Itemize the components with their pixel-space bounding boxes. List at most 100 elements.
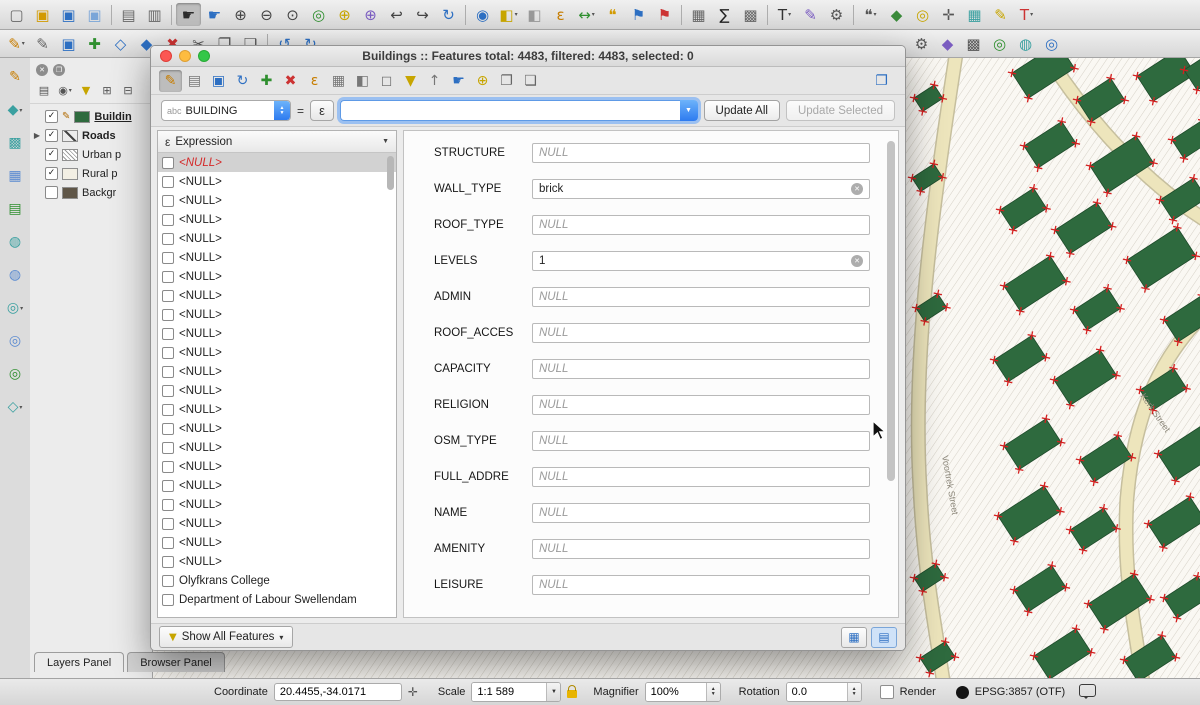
- osm-search-icon[interactable]: ◎: [910, 3, 935, 26]
- georeferencer-icon[interactable]: ◎: [987, 32, 1012, 55]
- add-wms-layer-icon[interactable]: ◎▾: [3, 297, 27, 319]
- combo-stepper-icon[interactable]: ▲▼: [274, 101, 290, 120]
- layer-visibility-checkbox[interactable]: ✓: [45, 129, 58, 142]
- clear-value-icon[interactable]: ✕: [851, 255, 863, 267]
- feature-list-item[interactable]: <NULL>: [158, 305, 396, 324]
- select-by-expression-icon[interactable]: ε: [303, 70, 326, 92]
- zoom-out-icon[interactable]: ⊖: [254, 3, 279, 26]
- feature-list-header-combo[interactable]: ε Expression ▼: [158, 131, 396, 153]
- scale-input[interactable]: [472, 683, 546, 701]
- coordinate-capture-icon[interactable]: ✛: [936, 3, 961, 26]
- graphical-modeler-icon[interactable]: ◆: [935, 32, 960, 55]
- feature-list-item[interactable]: <NULL>: [158, 267, 396, 286]
- close-button[interactable]: [160, 50, 172, 62]
- feature-list-item[interactable]: Olyfkrans College: [158, 571, 396, 590]
- zoom-native-icon[interactable]: ⊙: [280, 3, 305, 26]
- field-input-roof_acces[interactable]: NULL: [532, 323, 870, 343]
- processing-toolbox-icon[interactable]: ⚙: [824, 3, 849, 26]
- manage-map-themes-icon[interactable]: ◉▾: [57, 82, 73, 98]
- select-by-expression-icon[interactable]: ε: [548, 3, 573, 26]
- select-features-icon[interactable]: ◧▾: [496, 3, 521, 26]
- feature-list-item[interactable]: <NULL>: [158, 514, 396, 533]
- layer-row-roads[interactable]: ▶✓Roads: [30, 126, 152, 145]
- layer-row-buildin[interactable]: ✓✎Buildin: [30, 107, 152, 126]
- feature-checkbox[interactable]: [162, 366, 174, 378]
- delete-selected-features-icon[interactable]: ✖: [279, 70, 302, 92]
- new-project-icon[interactable]: ▢: [4, 3, 29, 26]
- messages-icon[interactable]: [1079, 684, 1096, 697]
- clear-value-icon[interactable]: ✕: [851, 183, 863, 195]
- field-input-full_addre[interactable]: NULL: [532, 467, 870, 487]
- add-spatialite-layer-icon[interactable]: ◍: [3, 264, 27, 286]
- form-view-button[interactable]: ▤: [871, 627, 897, 648]
- rotation-stepper-icon[interactable]: ▲▼: [847, 683, 861, 701]
- feature-checkbox[interactable]: [162, 480, 174, 492]
- update-selected-button[interactable]: Update Selected: [786, 100, 895, 121]
- paste-features-icon[interactable]: ❏: [519, 70, 542, 92]
- move-selection-to-top-icon[interactable]: ↑: [423, 70, 446, 92]
- multiedit-icon[interactable]: ▤: [183, 70, 206, 92]
- current-edits-icon[interactable]: ✎▾: [4, 32, 29, 55]
- add-group-icon[interactable]: ▤: [36, 82, 52, 98]
- feature-filter-button[interactable]: ▼ Show All Features ▾: [159, 626, 293, 648]
- copy-selected-rows-icon[interactable]: ❐: [495, 70, 518, 92]
- extents-toggle-icon[interactable]: ✛: [408, 685, 418, 699]
- open-attribute-table-icon[interactable]: ▦: [686, 3, 711, 26]
- field-input-roof_type[interactable]: NULL: [532, 215, 870, 235]
- raster-calculator-icon[interactable]: ▩: [961, 32, 986, 55]
- new-virtual-layer-icon[interactable]: ◇▾: [3, 396, 27, 418]
- layer-visibility-checkbox[interactable]: [45, 186, 58, 199]
- feature-list-item[interactable]: <NULL>: [158, 210, 396, 229]
- feature-list-item[interactable]: <NULL>: [158, 552, 396, 571]
- feature-checkbox[interactable]: [162, 157, 174, 169]
- feature-list-item[interactable]: <NULL>: [158, 191, 396, 210]
- feature-checkbox[interactable]: [162, 575, 174, 587]
- layer-row-rural-p[interactable]: ✓Rural p: [30, 164, 152, 183]
- field-selector-combo[interactable]: abc BUILDING ▲▼: [161, 100, 291, 121]
- add-delimited-text-icon[interactable]: ▤: [3, 198, 27, 220]
- coordinate-input[interactable]: [274, 683, 402, 701]
- feature-checkbox[interactable]: [162, 271, 174, 283]
- feature-checkbox[interactable]: [162, 537, 174, 549]
- layer-visibility-checkbox[interactable]: ✓: [45, 110, 58, 123]
- save-edits-icon[interactable]: ▣: [207, 70, 230, 92]
- feature-checkbox[interactable]: [162, 290, 174, 302]
- text-label-icon[interactable]: T▾: [1014, 3, 1039, 26]
- add-wcs-layer-icon[interactable]: ◎: [3, 330, 27, 352]
- feature-checkbox[interactable]: [162, 252, 174, 264]
- maximize-button[interactable]: [198, 50, 210, 62]
- field-input-leisure[interactable]: NULL: [532, 575, 870, 595]
- feature-checkbox[interactable]: [162, 176, 174, 188]
- crs-label[interactable]: EPSG:3857 (OTF): [975, 686, 1065, 698]
- select-all-icon[interactable]: ▦: [327, 70, 350, 92]
- feature-checkbox[interactable]: [162, 404, 174, 416]
- invert-selection-icon[interactable]: ◧: [351, 70, 374, 92]
- save-project-as-icon[interactable]: ▣: [82, 3, 107, 26]
- layout-manager-icon[interactable]: ▥: [142, 3, 167, 26]
- feature-list-item[interactable]: <NULL>: [158, 172, 396, 191]
- expression-dropdown-icon[interactable]: ▼: [680, 100, 698, 121]
- feature-checkbox[interactable]: [162, 328, 174, 340]
- annotation-icon[interactable]: ❝▾: [858, 3, 883, 26]
- dialog-title-bar[interactable]: Buildings :: Features total: 4483, filte…: [151, 46, 905, 67]
- feature-list-item[interactable]: <NULL>: [158, 286, 396, 305]
- feature-checkbox[interactable]: [162, 195, 174, 207]
- add-wfs-layer-icon[interactable]: ◎: [3, 363, 27, 385]
- zoom-to-selection-icon[interactable]: ⊕: [471, 70, 494, 92]
- field-calculator-icon[interactable]: ∑: [712, 3, 737, 26]
- expand-arrow-icon[interactable]: ▶: [33, 131, 41, 140]
- deselect-all-icon[interactable]: ◻: [375, 70, 398, 92]
- field-input-capacity[interactable]: NULL: [532, 359, 870, 379]
- layer-row-urban-p[interactable]: ✓Urban p: [30, 145, 152, 164]
- layer-styling-icon[interactable]: ✎: [798, 3, 823, 26]
- feature-checkbox[interactable]: [162, 499, 174, 511]
- refresh-map-icon[interactable]: ↻: [436, 3, 461, 26]
- collapse-all-icon[interactable]: ⊟: [120, 82, 136, 98]
- feature-list-item[interactable]: <NULL>: [158, 362, 396, 381]
- magnifier-input[interactable]: [646, 683, 706, 701]
- zoom-last-icon[interactable]: ↩: [384, 3, 409, 26]
- move-feature-icon[interactable]: ◇: [108, 32, 133, 55]
- vertex-tool-icon[interactable]: ✎: [3, 66, 27, 88]
- panel-close-icon[interactable]: ✕: [36, 64, 48, 76]
- zoom-to-layer-icon[interactable]: ⊕: [358, 3, 383, 26]
